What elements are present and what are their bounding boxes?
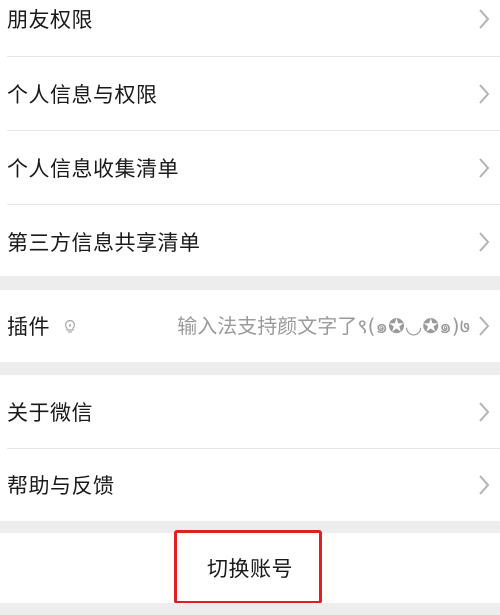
settings-group-about: 关于微信 帮助与反馈 <box>0 375 500 521</box>
plugin-status-text: 输入法支持颜文字了९(๑✪◡✪๑)७ <box>177 314 470 338</box>
settings-item-plugins[interactable]: 插件 输入法支持颜文字了९(๑✪◡✪๑)७ <box>0 290 500 362</box>
settings-item-personal-info-permissions[interactable]: 个人信息与权限 <box>0 57 500 130</box>
chevron-right-icon <box>478 83 490 105</box>
settings-item-label: 个人信息与权限 <box>7 82 158 107</box>
settings-item-label: 帮助与反馈 <box>7 474 115 498</box>
settings-item-label: 关于微信 <box>7 400 93 425</box>
settings-item-label: 插件 <box>7 315 50 339</box>
settings-item-label: 朋友权限 <box>7 7 93 32</box>
settings-group-plugins: 插件 输入法支持颜文字了९(๑✪◡✪๑)७ <box>0 290 500 362</box>
chevron-right-icon <box>478 315 490 337</box>
settings-group-privacy: 朋友权限 个人信息与权限 个人信息收集清单 第三方信息共享清单 <box>0 0 500 276</box>
chevron-right-icon <box>478 474 490 496</box>
switch-account-label: 切换账号 <box>207 557 293 581</box>
settings-item-about-wechat[interactable]: 关于微信 <box>0 375 500 448</box>
settings-item-help-feedback[interactable]: 帮助与反馈 <box>0 449 500 521</box>
settings-item-third-party-sharing[interactable]: 第三方信息共享清单 <box>0 205 500 278</box>
chevron-right-icon <box>478 401 490 423</box>
settings-item-friend-permissions[interactable]: 朋友权限 <box>0 0 500 55</box>
lightbulb-icon <box>62 318 78 334</box>
bottom-spacer <box>0 603 500 615</box>
settings-item-personal-info-collection[interactable]: 个人信息收集清单 <box>0 131 500 204</box>
chevron-right-icon <box>478 231 490 253</box>
settings-item-label: 个人信息收集清单 <box>7 156 179 181</box>
chevron-right-icon <box>478 8 490 30</box>
switch-account-button[interactable]: 切换账号 <box>0 533 500 603</box>
chevron-right-icon <box>478 157 490 179</box>
settings-item-label: 第三方信息共享清单 <box>7 230 201 255</box>
